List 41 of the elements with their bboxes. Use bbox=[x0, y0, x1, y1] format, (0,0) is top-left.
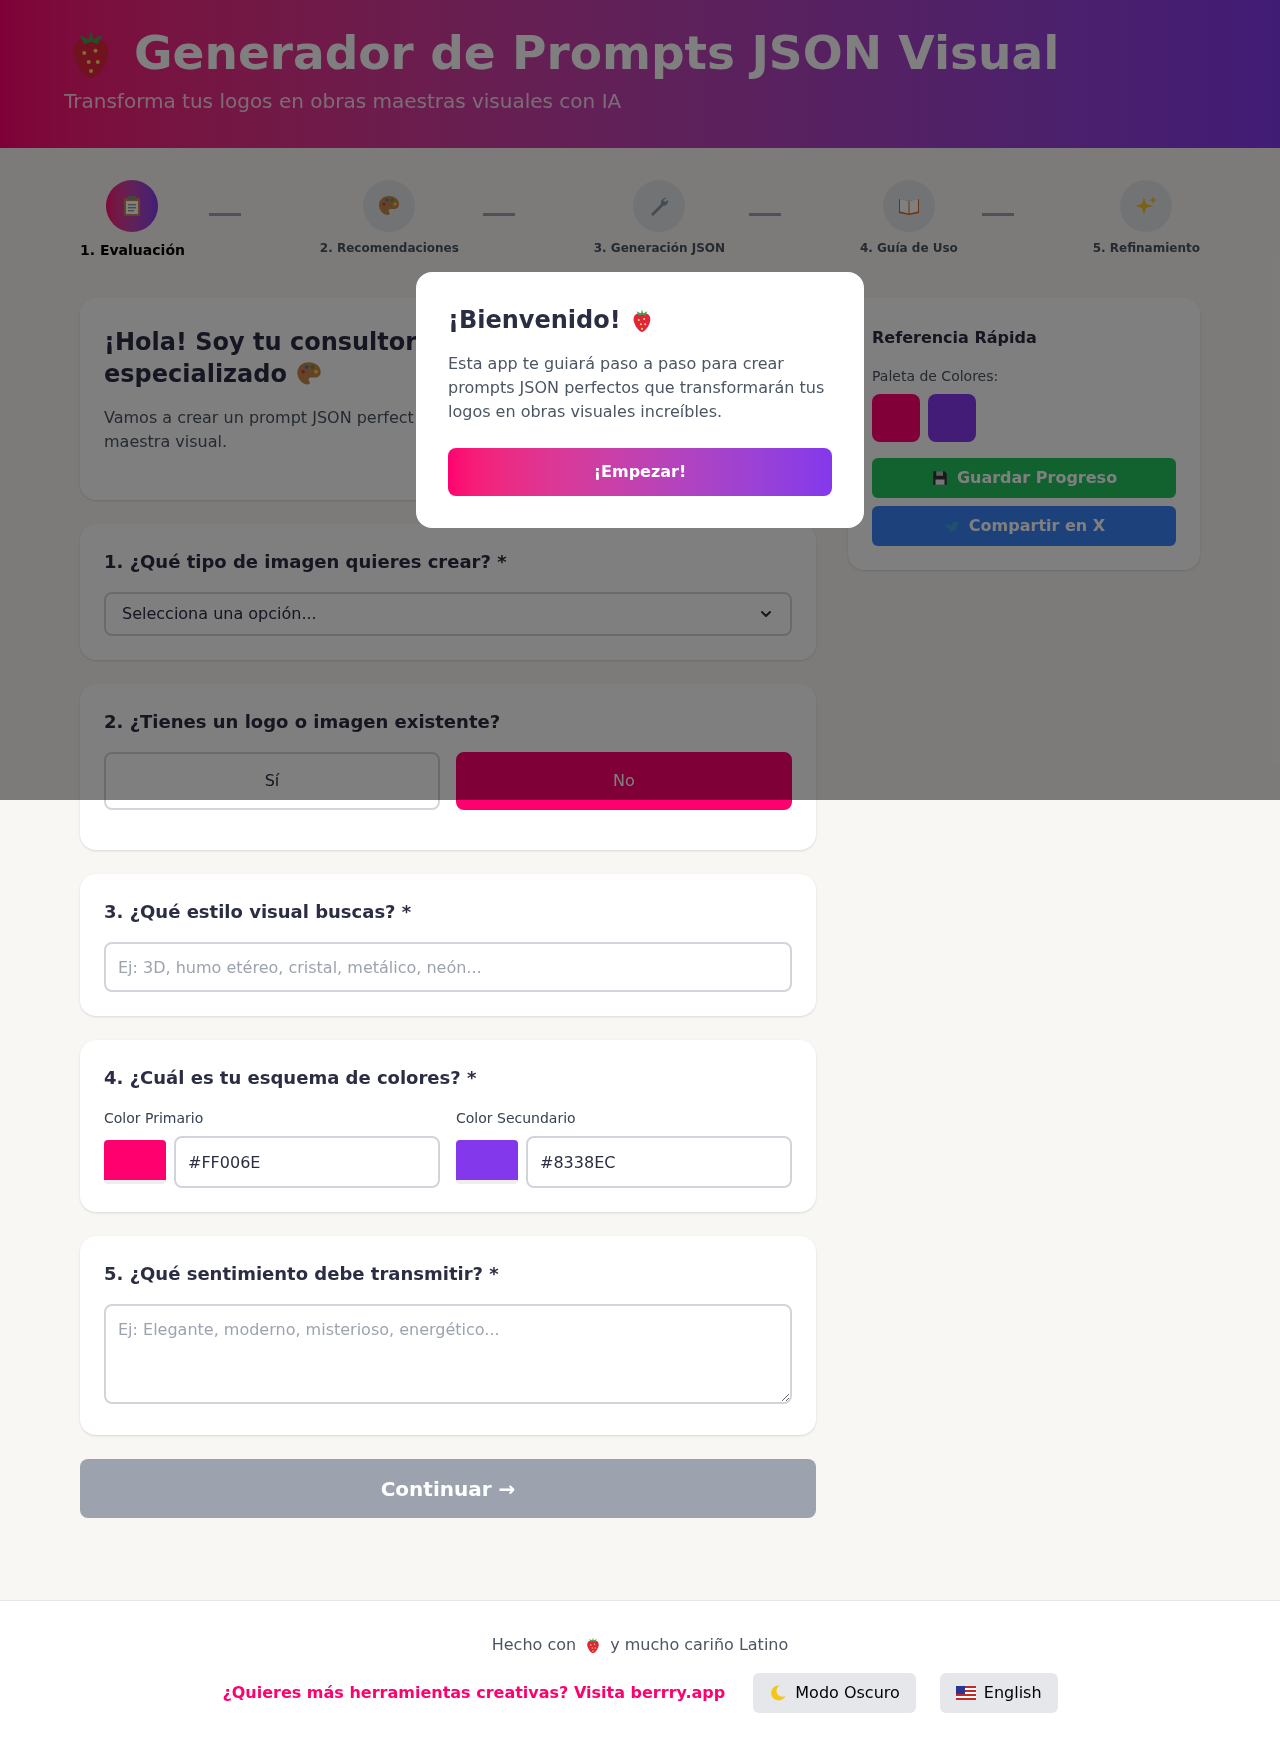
image-type-select[interactable]: Selecciona una opción... bbox=[104, 592, 792, 636]
berrry-link[interactable]: ¿Quieres más herramientas creativas? Visita berrry.app bbox=[222, 1681, 726, 1705]
question-title: 3. ¿Qué estilo visual buscas? * bbox=[104, 900, 413, 924]
credit-text: Hecho con bbox=[491, 1634, 577, 1656]
step-label: 4. Guía de Uso bbox=[859, 240, 958, 256]
style-input[interactable]: Ej: 3D, humo etéreo, cristal, metálico, neón... bbox=[104, 942, 792, 992]
step-label: 5. Refinamiento bbox=[1092, 240, 1200, 256]
question-title: 5. ¿Qué sentimiento debe transmitir? * bbox=[104, 1262, 500, 1286]
moon-icon bbox=[769, 1684, 788, 1702]
intro-text: maestra visual. bbox=[104, 431, 228, 453]
intro-title: ¡Hola! Soy tu consultor bbox=[104, 327, 418, 358]
question-title: 4. ¿Cuál es tu esquema de colores? * bbox=[104, 1066, 478, 1090]
intro-text: Vamos a crear un prompt JSON perfect bbox=[104, 407, 414, 429]
option-button[interactable]: Sí bbox=[104, 752, 440, 810]
color-hex-input[interactable]: #8338EC bbox=[526, 1136, 792, 1188]
step-label: 1. Evaluación bbox=[80, 241, 185, 260]
page-title: Generador de Prompts JSON Visual bbox=[134, 24, 1060, 82]
share-button[interactable]: Compartir en X bbox=[872, 506, 1176, 546]
color-swatch[interactable] bbox=[456, 1140, 518, 1184]
field-label: Color Primario bbox=[104, 1109, 205, 1128]
flag-icon bbox=[955, 1686, 976, 1700]
intro-title: especializado bbox=[104, 359, 287, 390]
color-swatch[interactable] bbox=[104, 1140, 166, 1184]
palette-icon bbox=[377, 194, 402, 218]
modal-text: Esta app te guiará paso a paso para crear prompts JSON perfectos que transformarán tus logos en obras visuales increíbles. bbox=[448, 353, 826, 423]
option-button[interactable]: No bbox=[456, 752, 792, 810]
palette-label: Paleta de Colores: bbox=[872, 367, 1000, 386]
dark-mode-button[interactable]: Modo Oscuro bbox=[753, 1673, 916, 1713]
sidebar-title: Referencia Rápida bbox=[872, 327, 1038, 349]
field-label: Color Secundario bbox=[456, 1109, 577, 1128]
color-hex-input[interactable]: #FF006E bbox=[174, 1136, 440, 1188]
step-label: 2. Recomendaciones bbox=[319, 240, 459, 256]
language-button[interactable]: English bbox=[939, 1673, 1058, 1713]
question-title: 1. ¿Qué tipo de imagen quieres crear? * bbox=[104, 550, 508, 574]
question-title: 2. ¿Tienes un logo o imagen existente? bbox=[104, 710, 502, 734]
modal-title: ¡Bienvenido! bbox=[448, 305, 621, 336]
credit-text: y mucho cariño Latino bbox=[610, 1634, 789, 1656]
page-subtitle: Transforma tus logos en obras maestras visuales con IA bbox=[64, 87, 623, 115]
step-label: 3. Generación JSON bbox=[593, 240, 726, 256]
start-button[interactable]: ¡Empezar! bbox=[448, 448, 832, 496]
feeling-textarea[interactable]: Ej: Elegante, moderno, misterioso, energético... bbox=[104, 1304, 792, 1404]
